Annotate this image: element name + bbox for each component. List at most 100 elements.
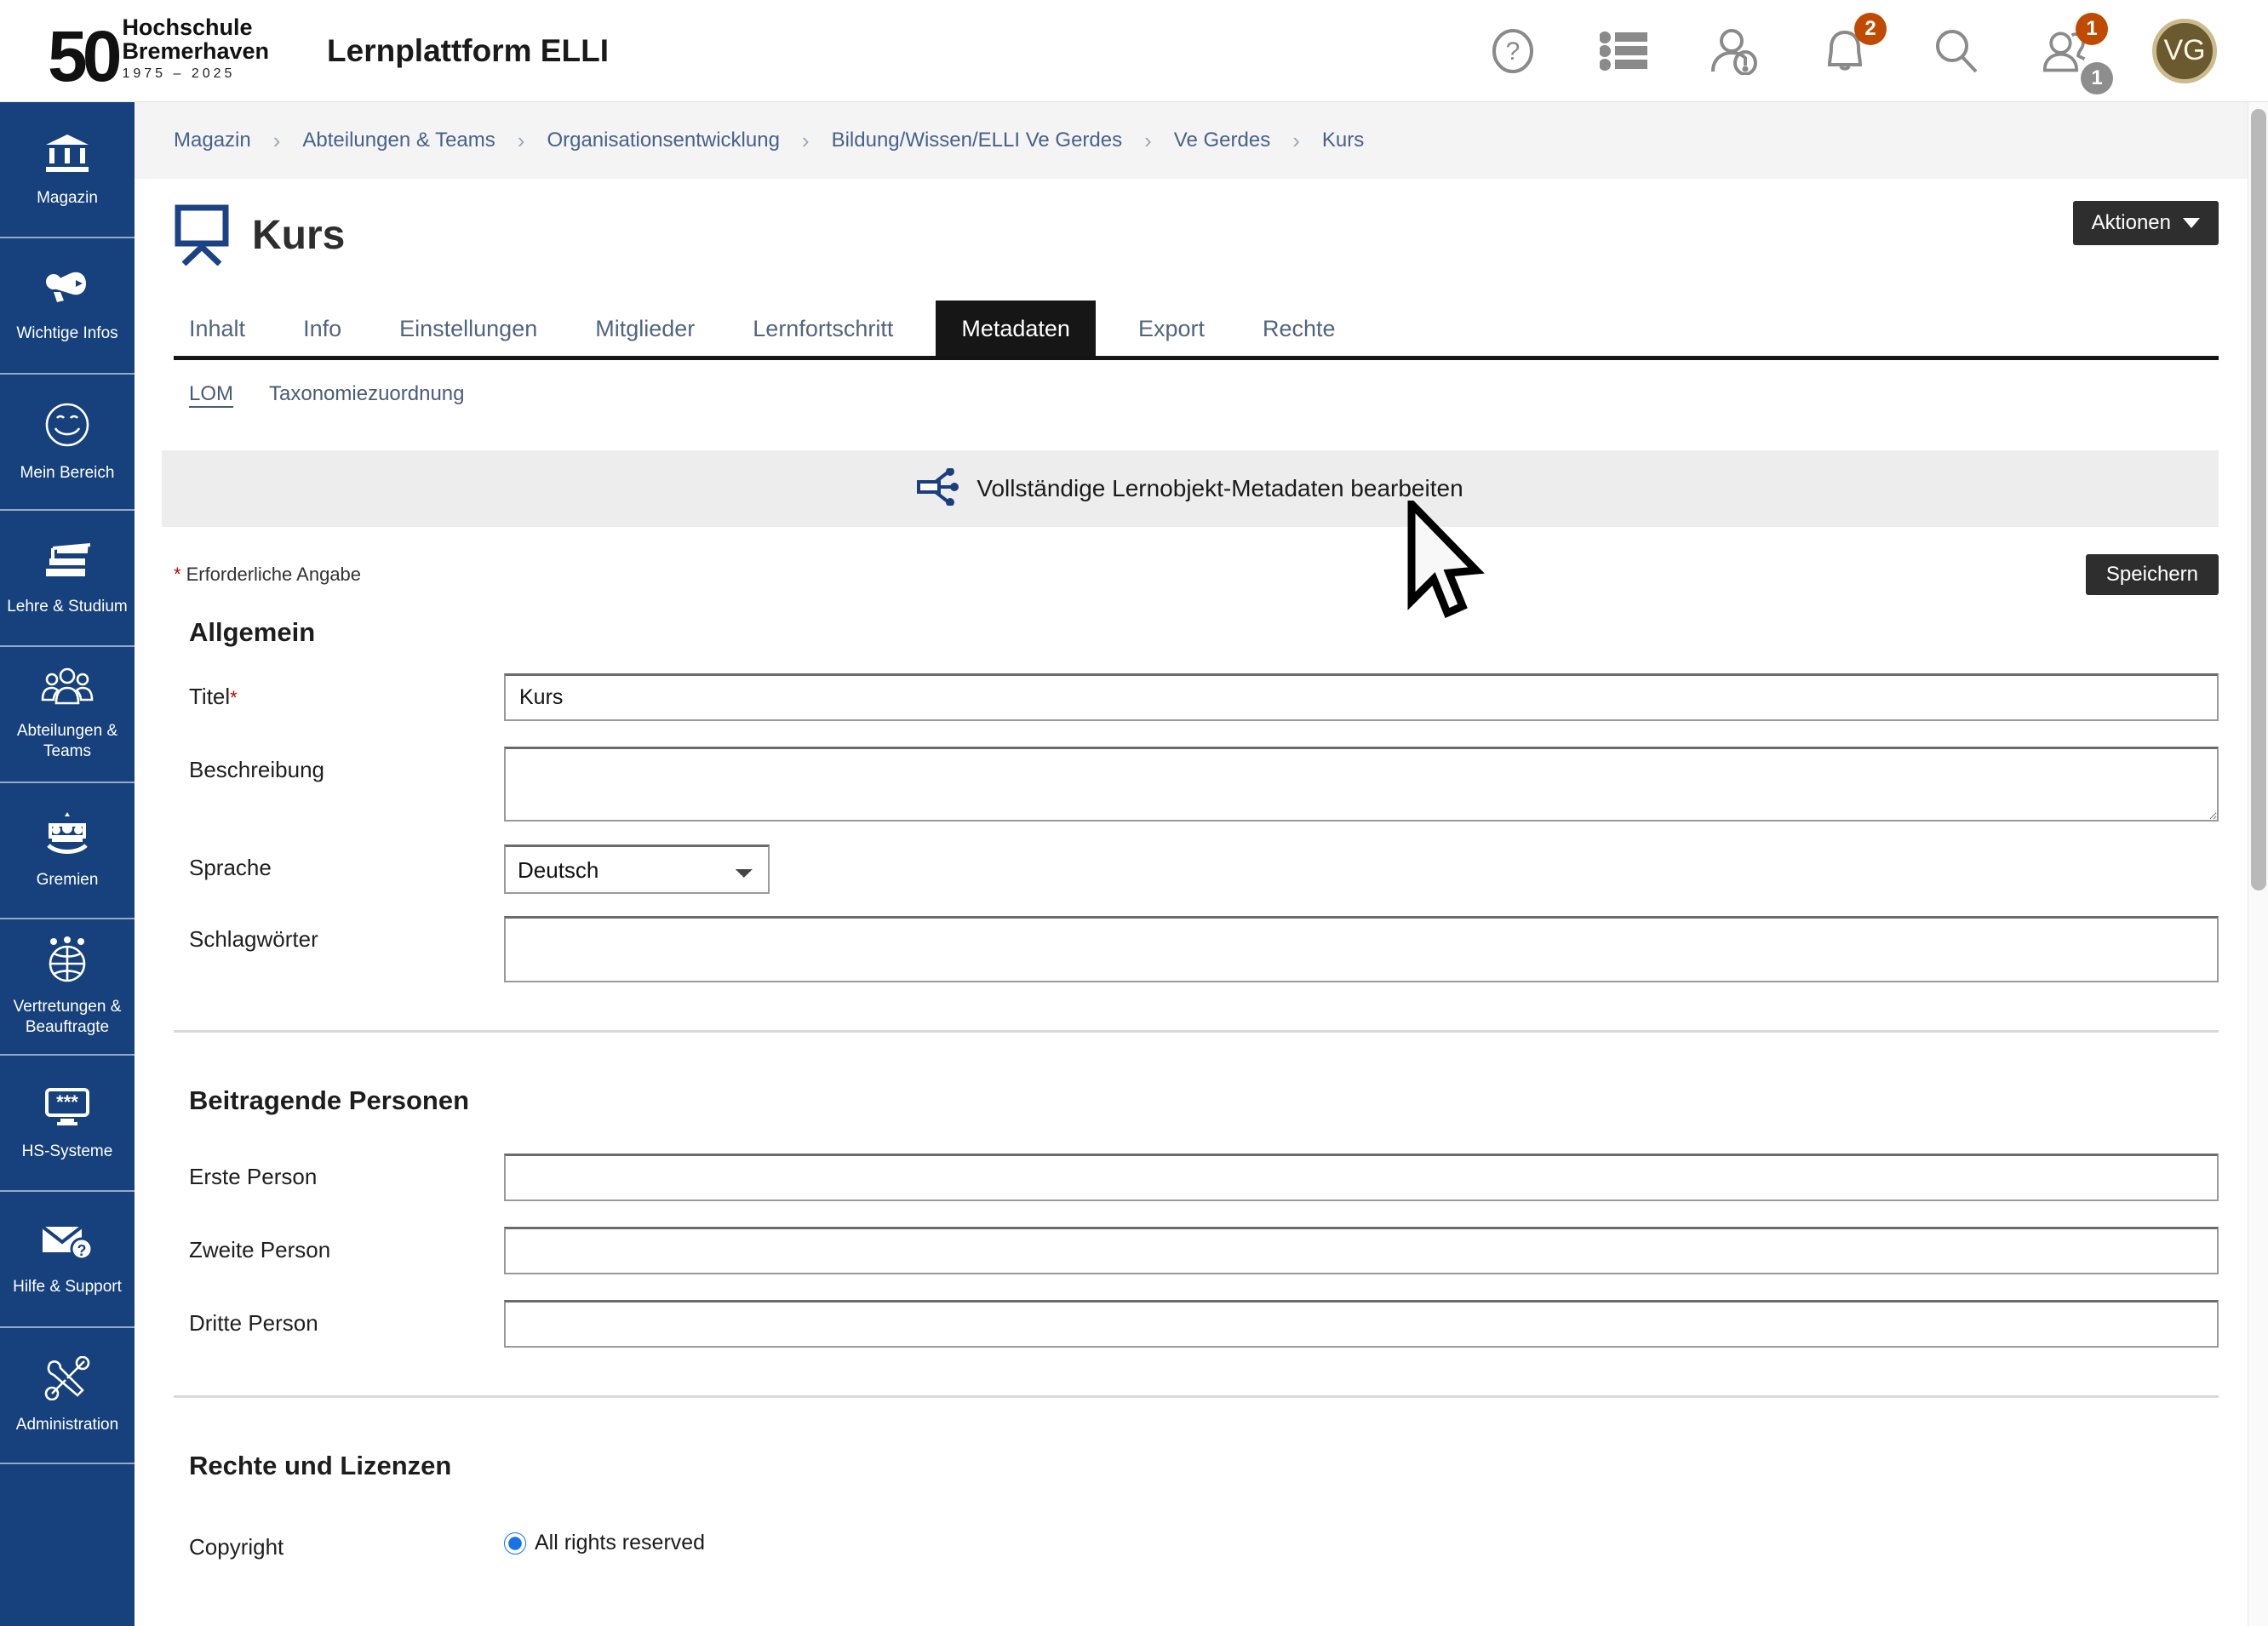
scrollbar-thumb[interactable] [2251,109,2266,890]
erste-person-label: Erste Person [189,1154,504,1190]
graduation-books-icon [41,540,94,587]
sidebar-filler [0,1464,135,1626]
page-title: Kurs [252,212,345,259]
aktionen-button-label: Aktionen [2092,211,2171,235]
tab-einstellungen[interactable]: Einstellungen [384,301,553,356]
smiley-icon [43,401,91,453]
copyright-radio[interactable] [504,1532,526,1554]
required-asterisk: * [174,564,181,585]
logo-line2: Bremerhaven [122,40,269,64]
tab-info[interactable]: Info [288,301,357,356]
tab-bar: Inhalt Info Einstellungen Mitglieder Ler… [174,301,2219,360]
titel-required-mark: * [230,687,238,708]
tab-lernfortschritt[interactable]: Lernfortschritt [737,301,908,356]
sidebar-item-gremien[interactable]: Gremien [0,783,135,919]
subtab-taxonomiezuordnung[interactable]: Taxonomiezuordnung [269,382,465,406]
breadcrumb-item-magazin[interactable]: Magazin [174,129,251,152]
contacts-icon[interactable]: 1 1 [2042,26,2091,76]
sidebar-item-lehre-studium[interactable]: Lehre & Studium [0,511,135,647]
sidebar-item-wichtige-infos[interactable]: Wichtige Infos [0,238,135,375]
section-divider [174,1030,2219,1033]
sidebar-item-abteilungen-teams[interactable]: Abteilungen & Teams [0,647,135,783]
sidebar-item-magazin[interactable]: Magazin [0,102,135,238]
erste-person-input[interactable] [504,1154,2219,1201]
top-header: 50 Hochschule Bremerhaven 1975 – 2025 Le… [0,0,2268,102]
sidebar-item-vertretungen[interactable]: Vertretungen & Beauftragte [0,919,135,1056]
sidebar-label: Lehre & Studium [7,597,128,617]
main-sidebar: Magazin Wichtige Infos Mein Bereich Lehr… [0,102,135,1626]
speichern-button[interactable]: Speichern [2086,554,2219,595]
sidebar-label: Abteilungen & Teams [5,721,129,762]
section-title-beitragende: Beitragende Personen [189,1085,2219,1116]
breadcrumb-separator: › [518,128,525,154]
titel-label-text: Titel [189,684,230,709]
logo-years: 1975 – 2025 [122,66,269,82]
dritte-person-label: Dritte Person [189,1300,504,1337]
beschreibung-textarea[interactable] [504,747,2219,822]
sidebar-label: Magazin [37,188,98,209]
university-logo[interactable]: 50 Hochschule Bremerhaven 1975 – 2025 [48,16,269,85]
breadcrumb-separator: › [802,128,810,154]
tab-mitglieder[interactable]: Mitglieder [580,301,710,356]
schlagwoerter-input[interactable] [504,916,2219,982]
svg-text:***: *** [56,1091,78,1113]
logo-50-mark: 50 [48,28,117,85]
breadcrumb-item-bildung-wissen[interactable]: Bildung/Wissen/ELLI Ve Gerdes [832,129,1123,152]
people-group-icon [41,667,94,711]
sidebar-label: Vertretungen & Beauftragte [5,997,129,1038]
copyright-option-label: All rights reserved [535,1531,705,1555]
sidebar-label: Hilfe & Support [13,1277,122,1297]
breadcrumb-item-abteilungen[interactable]: Abteilungen & Teams [302,129,495,152]
breadcrumb-item-ve-gerdes[interactable]: Ve Gerdes [1174,129,1270,152]
user-status-icon[interactable] [1710,26,1759,76]
sidebar-item-mein-bereich[interactable]: Mein Bereich [0,375,135,511]
tab-metadaten[interactable]: Metadaten [936,301,1096,356]
required-note-text: Erforderliche Angabe [186,564,361,585]
committee-icon [42,811,93,860]
zweite-person-label: Zweite Person [189,1227,504,1263]
svg-text:?: ? [1506,37,1521,66]
breadcrumb-separator: › [273,128,281,154]
sidebar-item-hs-systeme[interactable]: *** HS-Systeme [0,1056,135,1192]
breadcrumb-separator: › [1292,128,1300,154]
sidebar-label: Gremien [37,870,99,890]
help-icon[interactable]: ? [1488,26,1538,76]
globe-people-icon [43,936,92,987]
speichern-button-label: Speichern [2106,563,2198,587]
list-menu-icon[interactable] [1599,26,1648,76]
logo-line1: Hochschule [122,16,269,40]
section-title-rechte: Rechte und Lizenzen [189,1451,2219,1481]
chevron-down-icon [2183,218,2200,228]
edit-full-metadata-banner[interactable]: Vollständige Lernobjekt-Metadaten bearbe… [162,450,2219,527]
section-title-allgemein: Allgemein [189,617,2219,648]
avatar[interactable]: VG [2152,19,2217,83]
breadcrumb-separator: › [1144,128,1152,154]
aktionen-button[interactable]: Aktionen [2073,201,2219,245]
contacts-badge-bottom: 1 [2081,62,2113,94]
notifications-bell-icon[interactable]: 2 [1820,26,1870,76]
titel-input[interactable] [504,673,2219,721]
search-icon[interactable] [1931,26,1980,76]
zweite-person-input[interactable] [504,1227,2219,1274]
vertical-scrollbar[interactable] [2248,102,2268,1626]
breadcrumb-item-organisationsentwicklung[interactable]: Organisationsentwicklung [547,129,779,152]
tab-rechte[interactable]: Rechte [1247,301,1351,356]
tab-export[interactable]: Export [1123,301,1220,356]
megaphone-icon [42,268,93,313]
tab-inhalt[interactable]: Inhalt [174,301,261,356]
breadcrumb-item-kurs[interactable]: Kurs [1322,129,1364,152]
bank-icon [43,131,92,178]
sidebar-label: HS-Systeme [22,1142,113,1162]
sidebar-item-administration[interactable]: Administration [0,1328,135,1464]
subtab-bar: LOM Taxonomiezuordnung [189,382,2219,406]
subtab-lom[interactable]: LOM [189,382,233,406]
dritte-person-input[interactable] [504,1300,2219,1348]
copyright-label: Copyright [189,1524,504,1560]
sprache-label: Sprache [189,844,504,881]
main-area: Magazin › Abteilungen & Teams › Organisa… [135,102,2268,1626]
sidebar-item-hilfe-support[interactable]: ? Hilfe & Support [0,1192,135,1328]
breadcrumb: Magazin › Abteilungen & Teams › Organisa… [135,102,2268,179]
sprache-select[interactable]: Deutsch [504,844,770,894]
titel-label: Titel* [189,673,504,710]
metadata-tree-icon [917,468,959,510]
